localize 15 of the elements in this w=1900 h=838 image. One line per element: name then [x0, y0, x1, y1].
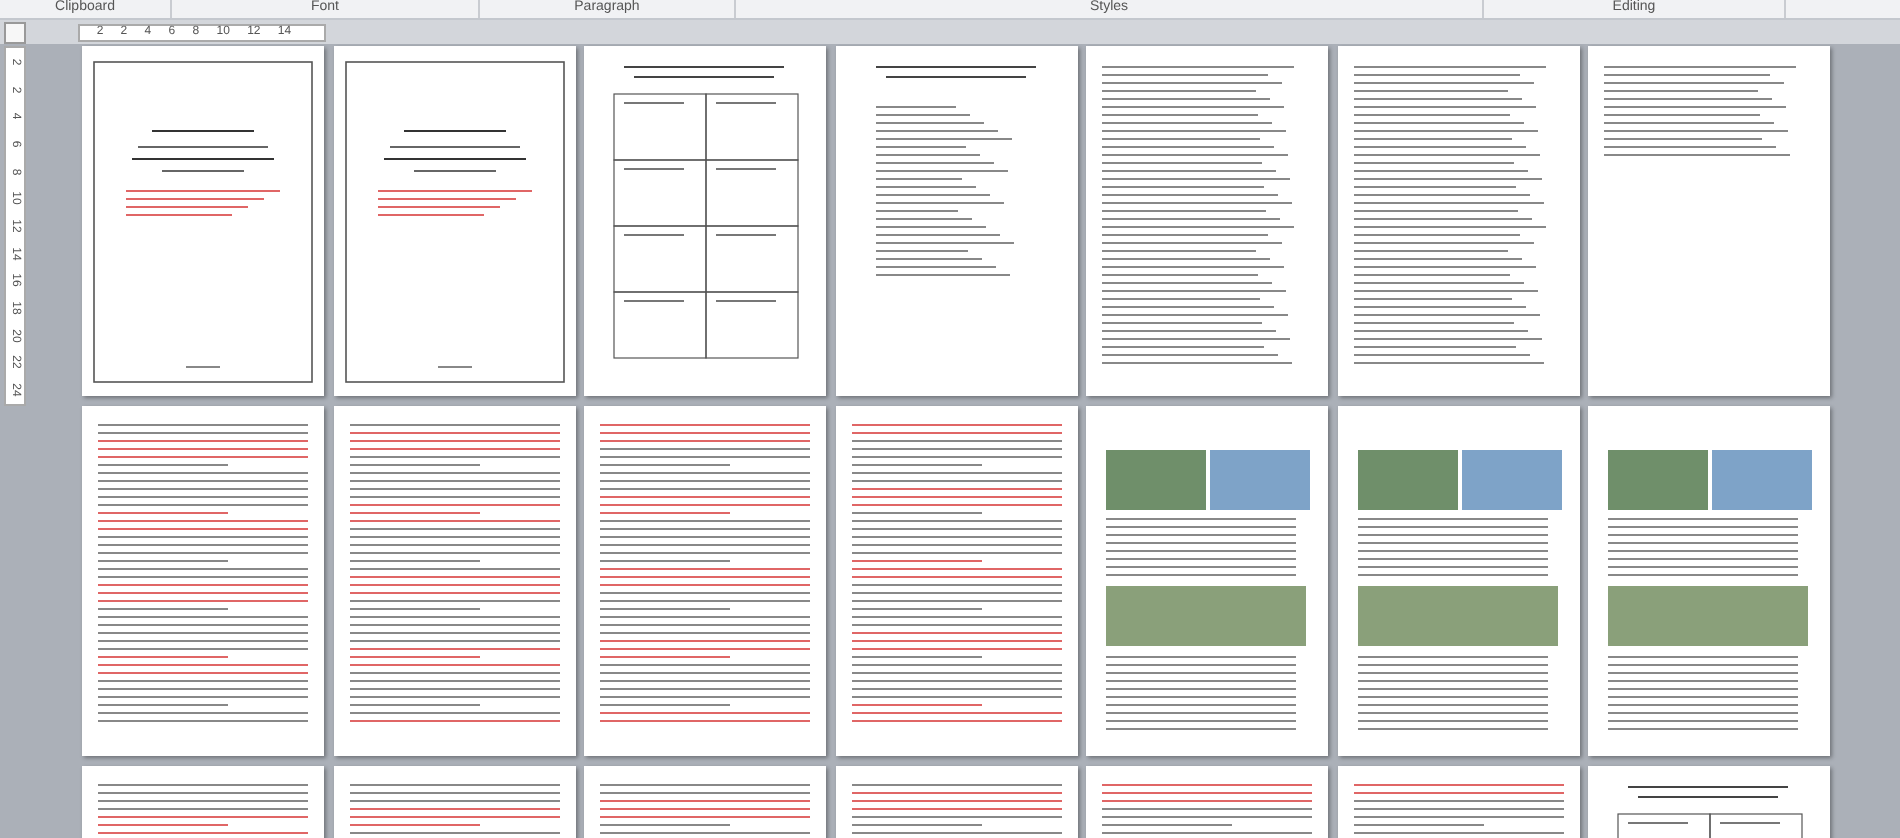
page-thumbnail[interactable] [1588, 406, 1830, 756]
page-thumbnail[interactable] [1588, 46, 1830, 396]
page-thumbnail[interactable] [584, 46, 826, 396]
page-thumbnail[interactable] [333, 46, 575, 396]
page-thumbnail[interactable] [1337, 46, 1579, 396]
page-thumbnail[interactable] [1337, 406, 1579, 756]
page-thumbnail[interactable] [835, 46, 1077, 396]
page-thumbnail[interactable] [333, 406, 575, 756]
page-thumbnail[interactable] [1086, 46, 1328, 396]
page-thumbnail[interactable] [82, 406, 324, 756]
page-thumbnail[interactable] [1086, 406, 1328, 756]
page-thumbnail[interactable] [584, 406, 826, 756]
page-thumbnail[interactable] [82, 46, 324, 396]
tab-selector[interactable] [4, 21, 26, 43]
page-thumbnail[interactable] [835, 406, 1077, 756]
